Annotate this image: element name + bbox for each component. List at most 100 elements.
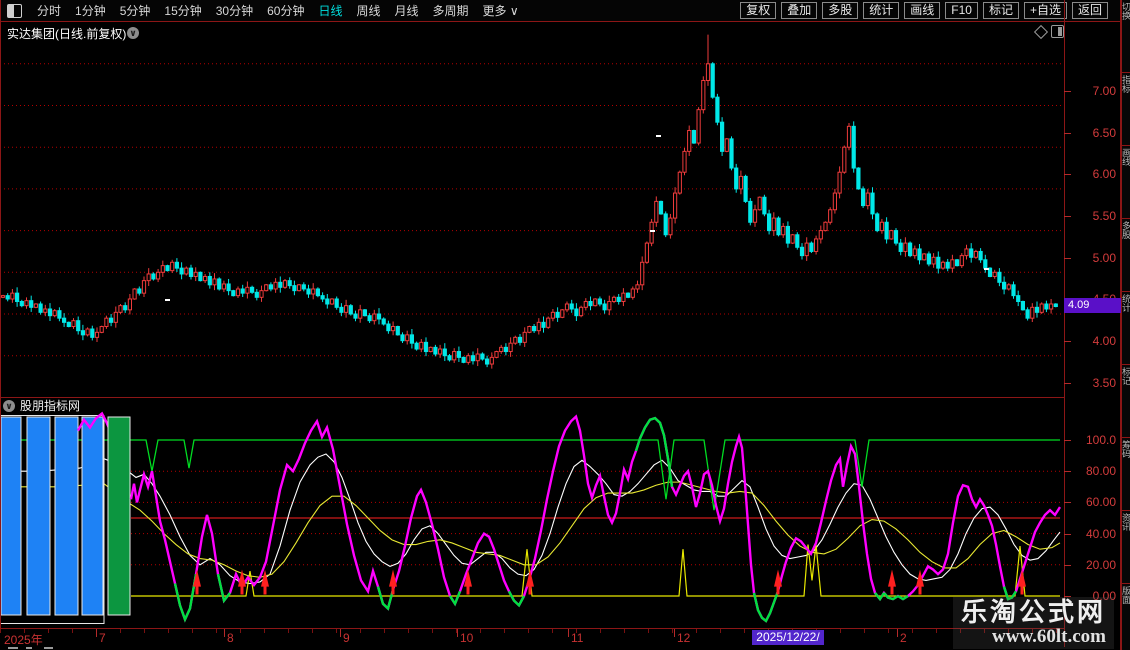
candle-body	[298, 285, 301, 291]
price-tick-label: 5.50	[1066, 209, 1116, 223]
candle-body	[86, 329, 89, 335]
right-strip-item[interactable]: 标记	[1122, 365, 1130, 438]
candle-body	[340, 307, 343, 312]
candle-body	[119, 306, 122, 313]
candle-body	[396, 327, 399, 335]
toolbar-button-标记[interactable]: 标记	[983, 2, 1019, 19]
candle-body	[91, 329, 94, 337]
date-axis[interactable]: 2025年 2025/12/22/一 7891011122	[0, 628, 1064, 648]
candle-body	[302, 285, 305, 289]
candle-body	[1045, 304, 1048, 309]
period-tab-30分钟[interactable]: 30分钟	[216, 4, 253, 18]
candle-body	[518, 337, 521, 342]
candle-body	[382, 319, 385, 324]
candle-body	[810, 243, 813, 251]
right-strip-item[interactable]: 多股	[1122, 219, 1130, 292]
candle-body	[467, 356, 470, 363]
right-strip-item[interactable]: 切换	[1122, 0, 1130, 73]
period-tab-分时[interactable]: 分时	[37, 4, 61, 18]
period-tab-5分钟[interactable]: 5分钟	[120, 4, 151, 18]
signal-bar-blue	[1, 417, 21, 615]
candle-body	[824, 222, 827, 230]
toolbar-button-叠加[interactable]: 叠加	[781, 2, 817, 19]
period-tab-周线[interactable]: 周线	[356, 4, 380, 18]
layout-toggle-icon[interactable]	[7, 4, 22, 18]
right-strip-item[interactable]: 统计	[1122, 292, 1130, 365]
price-tick-label: 4.00	[1066, 334, 1116, 348]
toolbar-button-返回[interactable]: 返回	[1072, 2, 1108, 19]
candle-body	[951, 260, 954, 268]
candle-body	[514, 337, 517, 343]
candle-body	[899, 243, 902, 251]
candle-body	[909, 243, 912, 256]
candle-body	[932, 257, 935, 264]
toolbar-button-F10[interactable]: F10	[945, 2, 978, 19]
candle-body	[72, 321, 75, 327]
period-tab-60分钟[interactable]: 60分钟	[267, 4, 304, 18]
event-marker	[656, 135, 661, 137]
candlestick-chart[interactable]	[0, 27, 1064, 398]
candle-body	[481, 354, 484, 359]
indicator-header: ∨ 股朋指标网	[3, 399, 80, 412]
candle-body	[772, 218, 775, 231]
period-tab-多周期[interactable]: 多周期	[433, 4, 469, 18]
buy-arrow-icon	[526, 569, 534, 594]
candle-body	[232, 291, 235, 296]
magenta-green-segment	[175, 574, 196, 619]
candle-body	[434, 347, 437, 354]
axis-tick	[1064, 216, 1071, 217]
axis-month-label: 2	[900, 631, 907, 645]
toolbar-button-画线[interactable]: 画线	[904, 2, 940, 19]
candle-body	[1021, 301, 1024, 309]
indicator-title[interactable]: 股朋指标网	[20, 397, 80, 414]
candle-body	[650, 222, 653, 243]
axis-tick	[1064, 174, 1071, 175]
right-strip-item[interactable]: 指标	[1122, 73, 1130, 146]
period-tab-月线[interactable]: 月线	[395, 4, 419, 18]
period-tab-日线[interactable]: 日线	[318, 4, 342, 18]
axis-month-label: 7	[99, 631, 106, 645]
axis-month-label: 8	[227, 631, 234, 645]
candle-body	[786, 226, 789, 243]
axis-month-label: 9	[343, 631, 350, 645]
candle-body	[204, 276, 207, 280]
candle-body	[110, 318, 113, 322]
candle-body	[866, 193, 869, 206]
candle-body	[453, 352, 456, 360]
candle-body	[44, 309, 47, 312]
candle-body	[293, 286, 296, 291]
candle-body	[782, 226, 785, 234]
candle-body	[194, 272, 197, 276]
axis-month-tick	[568, 629, 569, 637]
toolbar-button-统计[interactable]: 统计	[863, 2, 899, 19]
indicator-dropdown-icon[interactable]: ∨	[3, 400, 15, 412]
right-sidebar-strip[interactable]: 切换指标画线多股统计标记筹码资讯版面	[1121, 0, 1130, 650]
indicator-chart[interactable]	[0, 398, 1064, 629]
right-strip-item[interactable]: 画线	[1122, 146, 1130, 219]
candle-body	[542, 322, 545, 327]
candle-body	[749, 201, 752, 222]
candle-body	[236, 289, 239, 296]
axis-month-tick	[224, 629, 225, 637]
period-tab-15分钟[interactable]: 15分钟	[164, 4, 201, 18]
candle-body	[410, 335, 413, 343]
candle-body	[941, 262, 944, 268]
toolbar-button-复权[interactable]: 复权	[740, 2, 776, 19]
toolbar-button-多股[interactable]: 多股	[822, 2, 858, 19]
candle-body	[847, 126, 850, 147]
right-strip-item[interactable]: 版面	[1122, 584, 1130, 650]
candle-body	[25, 301, 28, 306]
candle-body	[218, 279, 221, 289]
toolbar-button-+自选[interactable]: +自选	[1024, 2, 1067, 19]
candle-body	[265, 285, 268, 291]
candle-body	[631, 289, 634, 297]
candle-body	[984, 260, 987, 268]
candle-body	[956, 260, 959, 266]
buy-arrow-icon	[774, 569, 782, 594]
right-strip-item[interactable]: 资讯	[1122, 511, 1130, 584]
more-periods-button[interactable]: 更多 ∨	[483, 2, 519, 19]
candle-body	[678, 172, 681, 193]
right-strip-item[interactable]: 筹码	[1122, 438, 1130, 511]
candle-body	[974, 251, 977, 257]
period-tab-1分钟[interactable]: 1分钟	[75, 4, 106, 18]
